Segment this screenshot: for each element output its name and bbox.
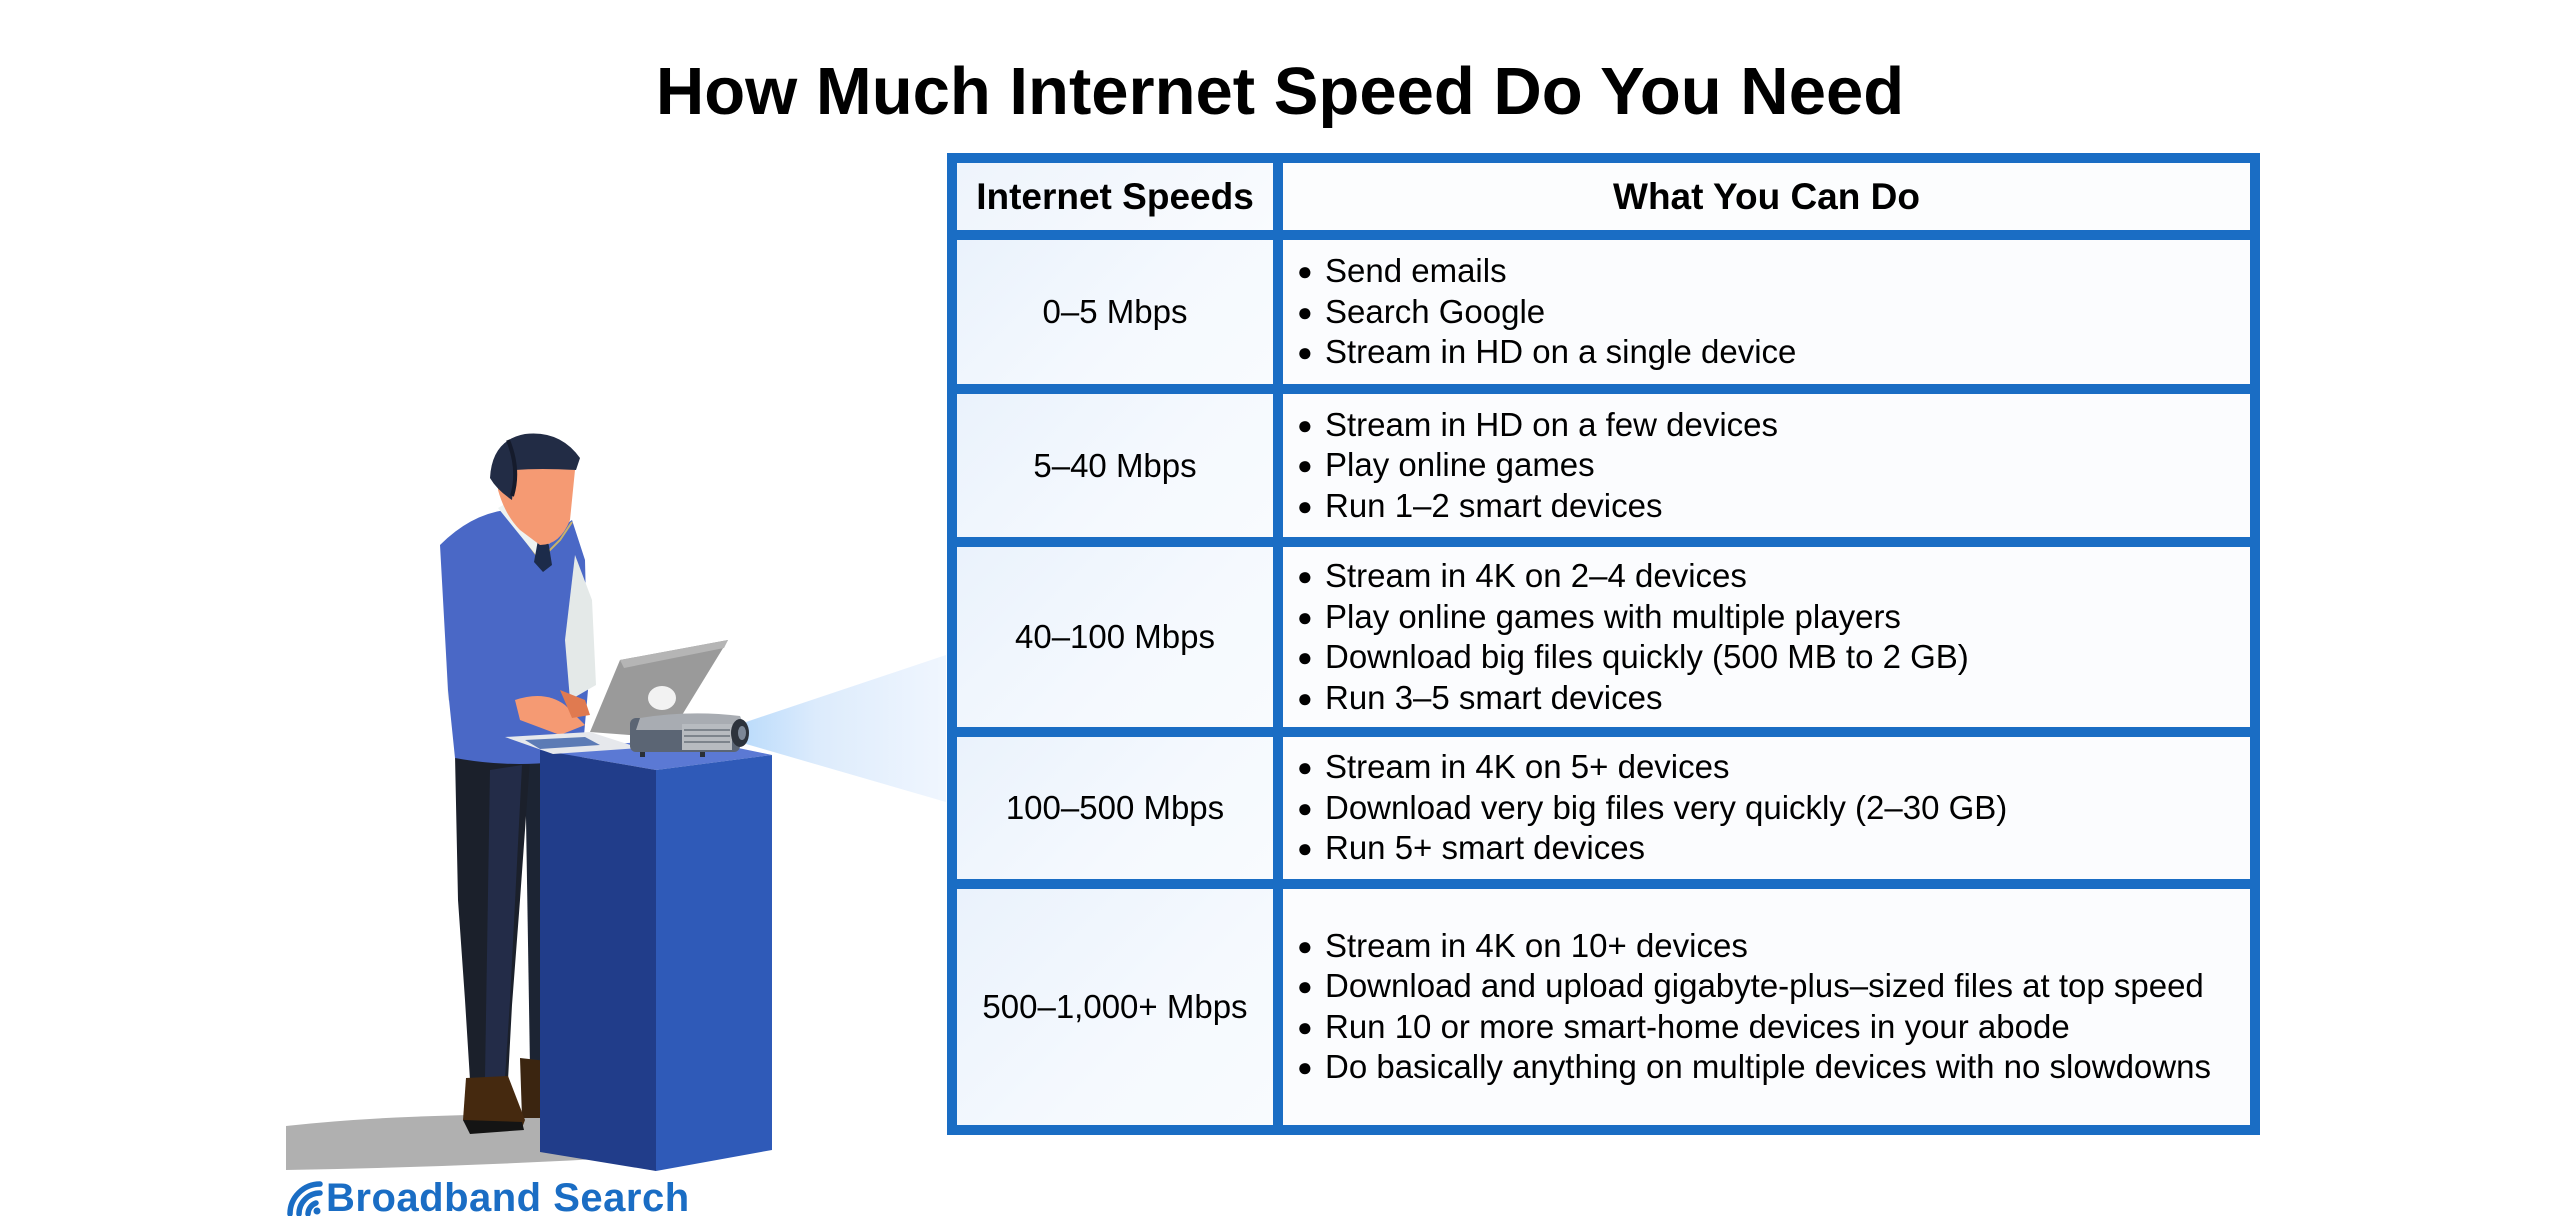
speed-range: 0–5 Mbps — [947, 229, 1283, 395]
activity-item: ● Stream in 4K on 2–4 devices — [1297, 556, 2250, 597]
bullet-icon: ● — [1297, 1011, 1313, 1042]
table-header-row: Internet Speeds What You Can Do — [947, 153, 2260, 240]
pedestal-right-face — [656, 755, 772, 1171]
table-row: 5–40 Mbps ● Stream in HD on a few devices ●… — [947, 384, 2260, 547]
laptop-logo — [648, 686, 676, 710]
activities-list: ● Stream in 4K on 5+ devices ● Download ver… — [1297, 747, 2250, 869]
activity-item: ● Stream in 4K on 10+ devices — [1297, 926, 2250, 967]
activity-text: Stream in 4K on 2–4 devices — [1325, 557, 1747, 595]
activity-text: Stream in 4K on 10+ devices — [1325, 926, 1748, 964]
activity-item: ● Run 1–2 smart devices — [1297, 486, 2250, 527]
activity-text: Run 1–2 smart devices — [1325, 486, 1663, 524]
bullet-icon: ● — [1297, 752, 1313, 783]
table-row: 40–100 Mbps ● Stream in 4K on 2–4 devices ●… — [947, 536, 2260, 738]
activity-text: Download and upload gigabyte-plus–sized … — [1325, 967, 2204, 1005]
activities-cell: ● Stream in 4K on 2–4 devices ● Play online… — [1273, 536, 2260, 738]
activity-text: Stream in HD on a single device — [1325, 333, 1797, 371]
activity-item: ● Run 5+ smart devices — [1297, 828, 2250, 869]
wifi-signal-icon — [287, 1181, 323, 1216]
activity-item: ● Run 10 or more smart-home devices in yo… — [1297, 1007, 2250, 1048]
broadband-search-logo: Broadband Search — [286, 1176, 690, 1220]
activity-text: Send emails — [1325, 252, 1507, 290]
speed-range: 40–100 Mbps — [947, 536, 1283, 738]
activity-item: ● Download big files quickly (500 MB to 2… — [1297, 637, 2250, 678]
header-what-you-can-do: What You Can Do — [1273, 153, 2260, 240]
bullet-icon: ● — [1297, 256, 1313, 287]
activities-cell: ● Stream in HD on a few devices ● Play onli… — [1273, 384, 2260, 547]
bullet-icon: ● — [1297, 490, 1313, 521]
bullet-icon: ● — [1297, 409, 1313, 440]
pedestal-left-face — [540, 750, 656, 1171]
speed-range: 100–500 Mbps — [947, 727, 1283, 889]
logo-text: Broadband Search — [326, 1175, 690, 1220]
activity-item: ● Stream in 4K on 5+ devices — [1297, 747, 2250, 788]
bullet-icon: ● — [1297, 601, 1313, 632]
activities-list: ● Stream in 4K on 2–4 devices ● Play online… — [1297, 556, 2250, 718]
bullet-icon: ● — [1297, 930, 1313, 961]
activity-item: ● Play online games with multiple players — [1297, 597, 2250, 638]
activity-item: ● Stream in HD on a few devices — [1297, 405, 2250, 446]
activity-text: Stream in HD on a few devices — [1325, 405, 1779, 443]
activity-text: Play online games with multiple players — [1325, 597, 1901, 635]
bullet-icon: ● — [1297, 642, 1313, 673]
activity-text: Run 10 or more smart-home devices in you… — [1325, 1007, 2070, 1045]
projector-beam — [746, 655, 946, 802]
bullet-icon: ● — [1297, 296, 1313, 327]
activities-cell: ● Stream in 4K on 10+ devices ● Download an… — [1273, 878, 2260, 1136]
bullet-icon: ● — [1297, 337, 1313, 368]
activity-text: Run 5+ smart devices — [1325, 829, 1646, 867]
activity-text: Stream in 4K on 5+ devices — [1325, 748, 1730, 786]
speed-range: 5–40 Mbps — [947, 384, 1283, 547]
activity-item: ● Stream in HD on a single device — [1297, 332, 2250, 373]
activities-list: ● Stream in 4K on 10+ devices ● Download an… — [1297, 926, 2250, 1088]
activity-item: ● Send emails — [1297, 251, 2250, 292]
bullet-icon: ● — [1297, 561, 1313, 592]
bullet-icon: ● — [1297, 1052, 1313, 1083]
bullet-icon: ● — [1297, 833, 1313, 864]
activity-item: ● Download very big files very quickly (2… — [1297, 788, 2250, 829]
activity-text: Play online games — [1325, 446, 1595, 484]
activity-text: Do basically anything on multiple device… — [1325, 1048, 2211, 1086]
header-internet-speeds: Internet Speeds — [947, 153, 1283, 240]
projector-icon — [630, 713, 749, 757]
activity-item: ● Do basically anything on multiple devic… — [1297, 1047, 2250, 1088]
activities-cell: ● Stream in 4K on 5+ devices ● Download ver… — [1273, 727, 2260, 889]
speed-range: 500–1,000+ Mbps — [947, 878, 1283, 1136]
table-row: 100–500 Mbps ● Stream in 4K on 5+ devices ●… — [947, 727, 2260, 889]
table-row: 500–1,000+ Mbps ● Stream in 4K on 10+ devi… — [947, 878, 2260, 1136]
bullet-icon: ● — [1297, 682, 1313, 713]
activity-text: Download very big files very quickly (2–… — [1325, 788, 2008, 826]
activity-text: Download big files quickly (500 MB to 2 … — [1325, 638, 1969, 676]
internet-speed-table: Internet Speeds What You Can Do 0–5 Mbps… — [947, 153, 2260, 1136]
activity-item: ● Download and upload gigabyte-plus–sized… — [1297, 966, 2250, 1007]
bullet-icon: ● — [1297, 450, 1313, 481]
activity-text: Run 3–5 smart devices — [1325, 678, 1663, 716]
activity-text: Search Google — [1325, 292, 1546, 330]
activity-item: ● Play online games — [1297, 445, 2250, 486]
activity-item: ● Search Google — [1297, 292, 2250, 333]
illustration — [286, 433, 946, 1171]
activities-list: ● Stream in HD on a few devices ● Play onli… — [1297, 405, 2250, 527]
activity-item: ● Run 3–5 smart devices — [1297, 678, 2250, 719]
activities-list: ● Send emails ● Search Google ● Stream in HD … — [1297, 251, 2250, 373]
bullet-icon: ● — [1297, 792, 1313, 823]
bullet-icon: ● — [1297, 971, 1313, 1002]
activities-cell: ● Send emails ● Search Google ● Stream in HD … — [1273, 229, 2260, 395]
table-row: 0–5 Mbps ● Send emails ● Search Google ● Strea… — [947, 229, 2260, 395]
